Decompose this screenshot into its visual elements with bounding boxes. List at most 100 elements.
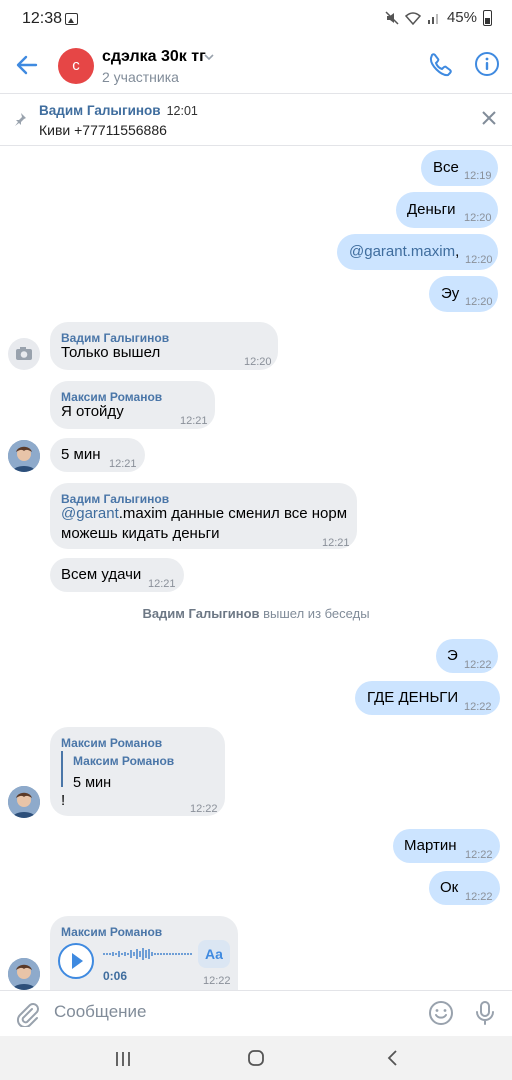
message-text-line2: можешь кидать деньги bbox=[61, 525, 220, 542]
message-text: Все bbox=[433, 159, 459, 176]
message-text: Эу bbox=[441, 285, 460, 302]
message-outgoing[interactable]: @garant.maxim, 12:20 bbox=[337, 234, 498, 270]
mute-icon bbox=[385, 10, 399, 25]
message-input-bar: Сообщение bbox=[0, 990, 512, 1036]
message-text: ! bbox=[61, 792, 66, 809]
message-outgoing[interactable]: Мартин 12:22 bbox=[393, 829, 500, 863]
message-outgoing[interactable]: ГДЕ ДЕНЬГИ 12:22 bbox=[355, 681, 500, 715]
message-outgoing[interactable]: Все 12:19 bbox=[421, 150, 498, 186]
voice-waveform[interactable] bbox=[103, 947, 195, 961]
message-text: 5 мин bbox=[61, 446, 101, 463]
voice-duration: 0:06 bbox=[103, 969, 128, 983]
system-event-user[interactable]: Вадим Галыгинов bbox=[142, 606, 259, 621]
battery-icon bbox=[483, 9, 492, 26]
paperclip-icon[interactable] bbox=[14, 1001, 40, 1027]
reply-text: 5 мин bbox=[73, 775, 112, 791]
message-outgoing[interactable]: Эу 12:20 bbox=[429, 276, 498, 312]
chat-header: с сдэлка 30к тг 2 участника bbox=[0, 38, 512, 94]
message-time: 12:21 bbox=[322, 537, 350, 549]
system-event-text: вышел из беседы bbox=[259, 606, 370, 621]
camera-icon bbox=[16, 347, 32, 360]
message-text: Деньги bbox=[407, 201, 456, 218]
message-incoming[interactable]: Вадим Галыгинов Только вышел 12:20 bbox=[50, 322, 278, 370]
system-nav-bar bbox=[0, 1036, 512, 1080]
info-icon[interactable] bbox=[474, 51, 500, 77]
system-event: Вадим Галыгинов вышел из беседы bbox=[0, 606, 512, 621]
message-outgoing[interactable]: Э 12:22 bbox=[436, 639, 498, 673]
message-incoming[interactable]: Вадим Галыгинов @garant.maxim данные сме… bbox=[50, 483, 357, 549]
battery-percent: 45% bbox=[446, 9, 477, 26]
status-right: 45% bbox=[385, 9, 492, 26]
reply-sender: Максим Романов bbox=[73, 754, 175, 768]
avatar[interactable] bbox=[8, 958, 40, 990]
message-time: 12:22 bbox=[203, 975, 231, 987]
message-text: Только вышел bbox=[61, 344, 161, 361]
status-bar: 12:38 45% bbox=[0, 0, 512, 38]
message-time: 12:21 bbox=[109, 458, 137, 470]
message-text: @garant.maxim данные сменил все норм bbox=[61, 504, 347, 524]
message-text: Мартин bbox=[404, 837, 457, 854]
play-icon[interactable] bbox=[57, 942, 95, 980]
wifi-icon bbox=[404, 11, 421, 25]
message-text-rest: .maxim данные сменил все норм bbox=[118, 505, 348, 522]
close-icon[interactable] bbox=[481, 110, 497, 126]
home-icon[interactable] bbox=[247, 1049, 265, 1067]
back-arrow-icon[interactable] bbox=[14, 52, 40, 78]
pin-icon bbox=[15, 113, 26, 126]
message-sender[interactable]: Максим Романов bbox=[61, 733, 162, 753]
message-time: 12:22 bbox=[464, 659, 492, 671]
message-text: Я отойду bbox=[61, 403, 124, 420]
pinned-message[interactable]: Вадим Галыгинов 12:01 Киви +77711556886 bbox=[0, 94, 512, 146]
microphone-icon[interactable] bbox=[472, 1000, 498, 1026]
user-photo bbox=[8, 958, 40, 990]
message-outgoing[interactable]: Ок 12:22 bbox=[429, 871, 500, 905]
message-time: 12:22 bbox=[465, 891, 493, 903]
message-time: 12:21 bbox=[180, 415, 208, 427]
message-time: 12:22 bbox=[464, 701, 492, 713]
message-sender[interactable]: Максим Романов bbox=[61, 922, 162, 942]
transcribe-button[interactable]: Aa bbox=[198, 940, 230, 968]
message-time: 12:20 bbox=[465, 254, 493, 266]
message-text-rest: , bbox=[455, 243, 460, 260]
avatar[interactable] bbox=[8, 440, 40, 472]
mention-link[interactable]: @garant.maxim bbox=[349, 243, 455, 260]
gallery-notification-icon bbox=[65, 13, 78, 25]
recent-apps-icon[interactable] bbox=[114, 1051, 132, 1067]
user-photo bbox=[8, 786, 40, 818]
message-incoming[interactable]: Максим Романов Я отойду 12:21 bbox=[50, 381, 215, 429]
status-time: 12:38 bbox=[22, 10, 63, 27]
phone-icon[interactable] bbox=[426, 52, 452, 78]
back-nav-icon[interactable] bbox=[386, 1049, 400, 1067]
message-time: 12:20 bbox=[465, 296, 493, 308]
message-incoming[interactable]: 5 мин 12:21 bbox=[50, 438, 145, 472]
pinned-sender-name: Вадим Галыгинов bbox=[39, 103, 161, 118]
message-incoming[interactable]: Максим Романов Максим Романов 5 мин ! 12… bbox=[50, 727, 225, 816]
avatar[interactable] bbox=[8, 786, 40, 818]
user-photo bbox=[8, 440, 40, 472]
emoji-icon[interactable] bbox=[428, 1000, 454, 1026]
chat-title[interactable]: сдэлка 30к тг bbox=[102, 48, 206, 66]
chevron-down-icon[interactable] bbox=[204, 52, 214, 62]
message-time: 12:21 bbox=[148, 578, 176, 590]
message-time: 12:20 bbox=[464, 212, 492, 224]
pinned-time: 12:01 bbox=[166, 104, 198, 118]
message-input[interactable]: Сообщение bbox=[54, 1002, 147, 1022]
pinned-text: Киви +77711556886 bbox=[39, 122, 167, 138]
signal-icon bbox=[427, 13, 438, 24]
mention-link[interactable]: @garant bbox=[61, 505, 119, 522]
avatar[interactable] bbox=[8, 338, 40, 370]
reply-quote[interactable]: Максим Романов 5 мин bbox=[61, 751, 175, 791]
chat-members-count: 2 участника bbox=[102, 69, 179, 85]
message-text: Всем удачи bbox=[61, 566, 142, 583]
message-text: Э bbox=[447, 647, 458, 664]
chat-avatar[interactable]: с bbox=[58, 48, 94, 84]
message-outgoing[interactable]: Деньги 12:20 bbox=[396, 192, 498, 228]
message-time: 12:20 bbox=[244, 356, 272, 368]
message-incoming[interactable]: Всем удачи 12:21 bbox=[50, 558, 184, 592]
pinned-sender: Вадим Галыгинов 12:01 bbox=[39, 103, 198, 118]
message-time: 12:22 bbox=[190, 803, 218, 815]
voice-message[interactable]: Максим Романов 0:06 Aa 12:22 bbox=[50, 916, 238, 990]
message-text: Ок bbox=[440, 879, 459, 896]
message-time: 12:19 bbox=[464, 170, 492, 182]
message-text: @garant.maxim, bbox=[349, 242, 459, 262]
